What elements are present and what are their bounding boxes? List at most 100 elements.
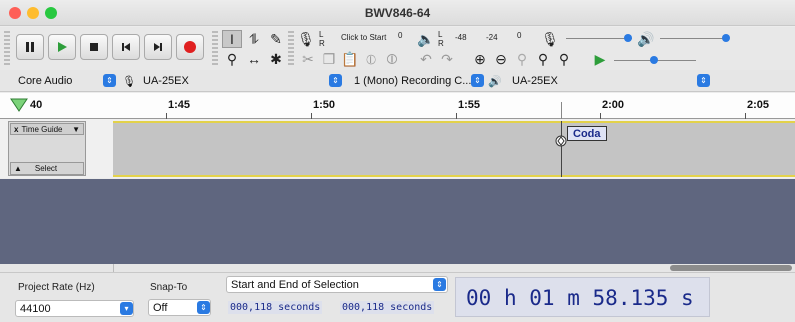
zoom-toggle-button[interactable]: ⚲ [554, 50, 574, 68]
playback-volume-knob[interactable] [722, 34, 730, 42]
record-meter-click-to-start[interactable]: Click to Start [341, 33, 386, 42]
undo-button[interactable]: ↶ [416, 50, 436, 68]
track-menu-icon[interactable]: ▼ [72, 125, 83, 134]
selection-start-time[interactable]: 000,118 seconds [228, 301, 323, 314]
zoom-tool[interactable]: ⚲ [222, 50, 242, 68]
chevron-updown-icon: ⇕ [197, 301, 210, 314]
track-select-button[interactable]: Select [35, 164, 57, 173]
fit-selection-button[interactable]: ⚲ [512, 50, 532, 68]
silence-icon: ⦷ [386, 50, 398, 67]
chevron-updown-icon: ⇕ [103, 74, 116, 87]
selection-mode-select[interactable]: Start and End of Selection [226, 276, 448, 293]
record-volume-knob[interactable] [624, 34, 632, 42]
label-track[interactable] [113, 121, 795, 177]
multi-tool[interactable]: ✱ [266, 50, 286, 68]
close-track-button[interactable]: x [11, 125, 21, 134]
trim-button[interactable]: ⦶ [361, 50, 381, 68]
recording-channels-value: 1 (Mono) Recording C... [354, 75, 472, 87]
track-label[interactable]: Coda [567, 126, 607, 141]
toolbar-grip[interactable] [212, 31, 218, 67]
ruler-label: 40 [30, 99, 43, 111]
pause-button[interactable] [16, 34, 44, 60]
silence-button[interactable]: ⦷ [382, 50, 402, 68]
audio-position-display[interactable]: 00 h 01 m 58.135 s [455, 277, 710, 317]
record-icon [184, 41, 196, 53]
cursor-marker [561, 102, 562, 119]
meter-zero-label: 0 [517, 31, 522, 40]
scrollbar-divider [113, 264, 114, 272]
snap-to-value: Off [153, 301, 168, 314]
meter-l-label: L [319, 30, 324, 39]
position-hours: 00 [466, 286, 492, 310]
scrollbar-thumb[interactable] [670, 265, 792, 271]
zoom-out-icon: ⊖ [495, 50, 507, 67]
meter-minus24-label: -24 [486, 33, 498, 42]
selection-mode-value: Start and End of Selection [231, 278, 359, 291]
pencil-icon: ✎ [270, 30, 282, 47]
redo-button[interactable]: ↷ [437, 50, 457, 68]
play-at-speed-button[interactable]: ▶ [590, 50, 610, 68]
asterisk-icon: ✱ [270, 50, 282, 67]
meter-r-label: R [438, 39, 444, 48]
zoom-in-button[interactable]: ⊕ [470, 50, 490, 68]
label-anchor-icon[interactable] [554, 134, 568, 151]
play-speed-knob[interactable] [650, 56, 658, 64]
scissors-icon: ✂ [302, 50, 314, 67]
record-volume-slider[interactable] [566, 38, 632, 39]
selection-end-time[interactable]: 000,118 seconds [340, 301, 435, 314]
collapse-track-icon[interactable]: ▲ [11, 164, 25, 173]
project-rate-value: 44100 [20, 302, 51, 315]
play-icon [58, 42, 67, 52]
playback-volume-slider[interactable] [660, 38, 728, 39]
ruler-label: 1:45 [168, 99, 191, 111]
stop-button[interactable] [80, 34, 108, 60]
zoom-in-icon: ⊕ [474, 50, 486, 67]
fit-project-button[interactable]: ⚲ [533, 50, 553, 68]
draw-tool[interactable]: ✎ [266, 30, 286, 48]
copy-button[interactable]: ❐ [319, 50, 339, 68]
track-footer: ▲ Select [10, 162, 84, 175]
envelope-tool[interactable]: ⥮ [244, 30, 264, 48]
playback-meter-button[interactable]: 🔈 [416, 30, 436, 48]
position-m-unit: m [567, 286, 580, 310]
playback-device-select[interactable]: UA-25EX [512, 73, 712, 89]
ruler-label: 2:05 [747, 99, 770, 111]
track-header[interactable]: x Time Guide ▼ [10, 123, 84, 135]
selection-tool[interactable]: I [222, 30, 242, 48]
i-beam-icon: I [230, 31, 234, 47]
toolbar-grip[interactable] [288, 31, 294, 67]
toolbar-grip[interactable] [4, 31, 10, 67]
zoom-out-button[interactable]: ⊖ [491, 50, 511, 68]
skip-to-end-button[interactable] [144, 34, 172, 60]
playback-volume-icon-button: 🔊 [636, 30, 656, 48]
skip-to-start-button[interactable] [112, 34, 140, 60]
recording-device-select[interactable]: UA-25EX [143, 73, 343, 89]
chevron-updown-icon: ⇕ [697, 74, 710, 87]
redo-icon: ↷ [441, 50, 453, 67]
timeline-ruler[interactable] [0, 93, 795, 119]
cut-button[interactable]: ✂ [298, 50, 318, 68]
trim-icon: ⦶ [365, 50, 377, 67]
ruler-label: 1:50 [313, 99, 336, 111]
microphone-icon: 🎙 [122, 75, 136, 88]
speaker-icon: 🔊 [488, 75, 502, 88]
play-button[interactable] [48, 34, 76, 60]
record-button[interactable] [176, 34, 204, 60]
recording-device-value: UA-25EX [143, 75, 189, 87]
time-shift-tool[interactable]: ↔ [244, 50, 264, 68]
fit-project-icon: ⚲ [537, 50, 549, 67]
empty-tracks-area[interactable] [0, 179, 795, 264]
snap-to-label: Snap-To [150, 282, 188, 293]
play-head-triangle-icon[interactable] [10, 97, 28, 116]
project-rate-select[interactable]: 44100 [15, 300, 134, 317]
zoom-toggle-icon: ⚲ [558, 50, 570, 67]
chevron-updown-icon: ⇕ [329, 74, 342, 87]
position-minutes: 01 [529, 286, 555, 310]
paste-button[interactable]: 📋 [340, 50, 360, 68]
track-name[interactable]: Time Guide [21, 125, 62, 134]
speaker-icon: 🔊 [637, 30, 655, 47]
stop-icon [90, 43, 98, 51]
meter-l-label: L [438, 30, 443, 39]
record-meter-button[interactable]: 🎙 [296, 30, 316, 48]
recording-channels-select[interactable]: 1 (Mono) Recording C... [354, 73, 484, 89]
